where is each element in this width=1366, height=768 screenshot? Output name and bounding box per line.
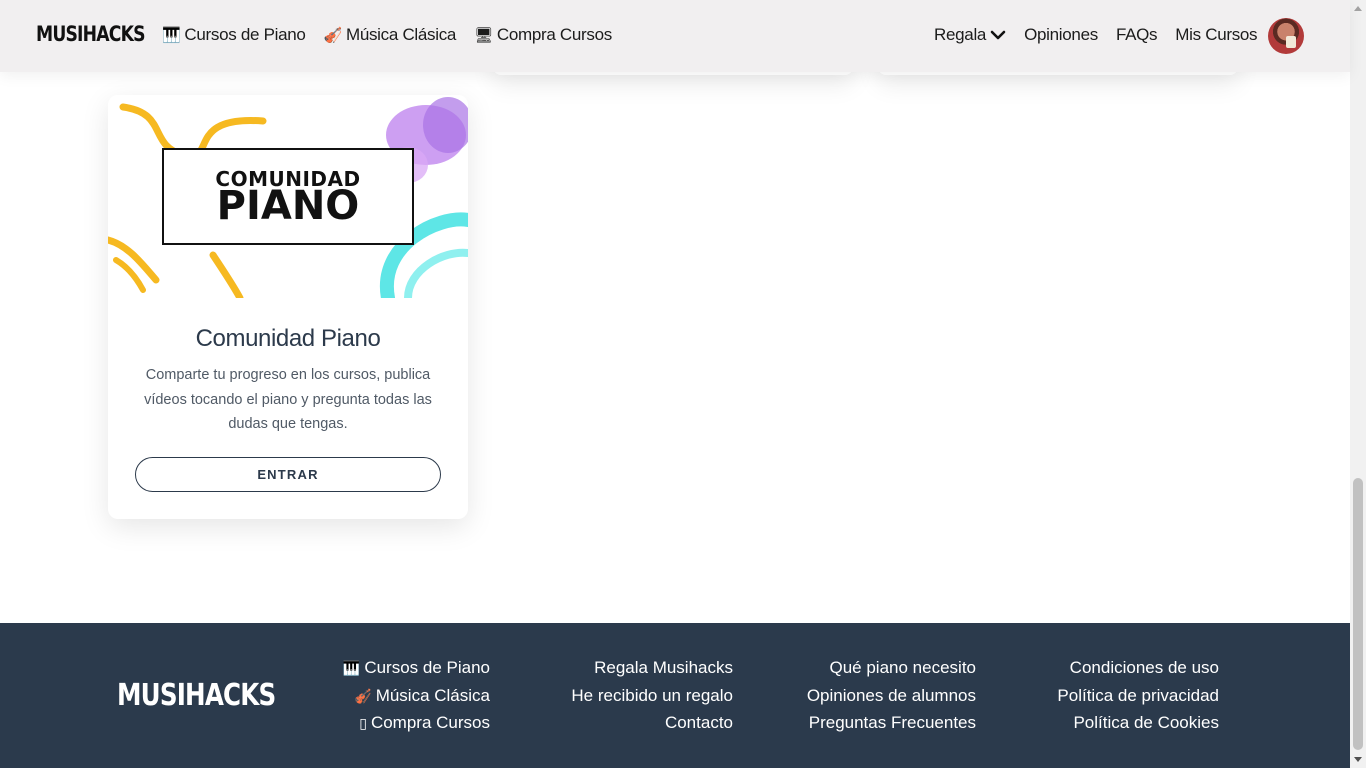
page-scrollbar[interactable] — [1350, 0, 1366, 768]
footer-link-contacto[interactable]: Contacto — [665, 712, 733, 735]
footer-link-preguntas-frecuentes[interactable]: Preguntas Frecuentes — [809, 712, 976, 735]
piano-icon: 🎹 — [162, 27, 181, 44]
footer-column-help: Qué piano necesito Opiniones de alumnos … — [807, 657, 976, 735]
nav-mis-cursos[interactable]: Mis Cursos — [1175, 25, 1257, 45]
site-footer: MUSIHACKS 🎹 Cursos de Piano 🎻 Música Clá… — [0, 623, 1350, 768]
site-logo[interactable]: MUSIHACKS — [36, 22, 145, 46]
violin-icon: 🎻 — [354, 687, 372, 704]
nav-label: Opiniones — [1024, 25, 1098, 44]
footer-link-que-piano-necesito[interactable]: Qué piano necesito — [830, 657, 977, 680]
footer-link-compra-cursos[interactable]: ▯ Compra Cursos — [359, 712, 490, 735]
card-image: COMUNIDAD PIANO — [108, 95, 468, 298]
nav-compra-cursos[interactable]: 🖥 Compra Cursos — [474, 25, 612, 45]
course-icon: ▯ — [359, 715, 367, 731]
footer-link-opiniones-de-alumnos[interactable]: Opiniones de alumnos — [807, 685, 976, 708]
nav-cursos-de-piano[interactable]: 🎹 Cursos de Piano — [162, 25, 306, 45]
primary-nav: 🎹 Cursos de Piano 🎻 Música Clásica 🖥 Com… — [162, 25, 612, 45]
scrollbar-thumb[interactable] — [1353, 478, 1363, 750]
footer-link-label: Cursos de Piano — [364, 658, 490, 677]
footer-logo[interactable]: MUSIHACKS — [117, 678, 276, 713]
nav-faqs[interactable]: FAQs — [1115, 25, 1158, 45]
footer-link-cursos-de-piano[interactable]: 🎹 Cursos de Piano — [343, 657, 490, 680]
card-description: Comparte tu progreso en los cursos, publ… — [144, 367, 432, 432]
footer-link-politica-de-privacidad[interactable]: Política de privacidad — [1057, 685, 1219, 708]
footer-link-condiciones-de-uso[interactable]: Condiciones de uso — [1070, 657, 1219, 680]
footer-link-label: Música Clásica — [375, 685, 490, 705]
footer-link-politica-de-cookies[interactable]: Política de Cookies — [1073, 712, 1219, 735]
card-title: Comunidad Piano — [195, 325, 381, 352]
scroll-up-arrow-icon[interactable] — [1350, 0, 1366, 16]
footer-link-musica-clasica[interactable]: 🎻 Música Clásica — [354, 685, 490, 708]
footer-column-legal: Condiciones de uso Política de privacida… — [1057, 657, 1219, 735]
footer-link-label: Compra Cursos — [370, 713, 490, 732]
violin-icon: 🎻 — [323, 27, 343, 44]
site-header: MUSIHACKS 🎹 Cursos de Piano 🎻 Música Clá… — [0, 0, 1350, 72]
footer-column-courses: 🎹 Cursos de Piano 🎻 Música Clásica ▯ Com… — [343, 657, 490, 735]
nav-label: FAQs — [1115, 25, 1158, 44]
footer-column-gifts: Regala Musihacks He recibido un regalo C… — [571, 657, 733, 735]
entrar-button[interactable]: ENTRAR — [135, 457, 441, 492]
nav-label: Regala — [934, 25, 987, 44]
piano-icon: 🎹 — [342, 660, 361, 676]
footer-link-regala-musihacks[interactable]: Regala Musihacks — [594, 657, 733, 680]
nav-label: Mis Cursos — [1175, 25, 1258, 44]
nav-musica-clasica[interactable]: 🎻 Música Clásica — [324, 25, 457, 45]
course-icon: 🖥 — [474, 27, 493, 44]
scroll-down-arrow-icon[interactable] — [1350, 752, 1366, 768]
secondary-nav: Regala Opiniones FAQs Mis Cursos — [934, 25, 1258, 45]
nav-label: Música Clásica — [345, 25, 457, 44]
chevron-down-icon — [990, 30, 1006, 40]
comunidad-piano-card: COMUNIDAD PIANO Comunidad Piano Comparte… — [108, 95, 468, 519]
nav-opiniones[interactable]: Opiniones — [1024, 25, 1098, 45]
badge-main-text: PIANO — [216, 182, 360, 229]
user-avatar[interactable] — [1268, 18, 1304, 54]
nav-regala-dropdown[interactable]: Regala — [934, 25, 1006, 45]
footer-link-he-recibido-un-regalo[interactable]: He recibido un regalo — [571, 685, 733, 708]
comunidad-piano-badge: COMUNIDAD PIANO — [162, 148, 414, 245]
nav-label: Compra Cursos — [496, 25, 612, 44]
nav-label: Cursos de Piano — [184, 25, 306, 44]
